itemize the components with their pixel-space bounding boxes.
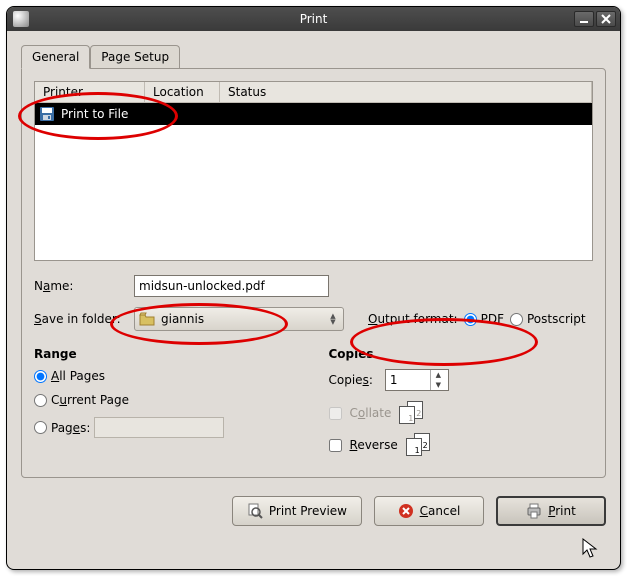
cancel-icon: [398, 503, 414, 519]
copies-up[interactable]: ▲: [431, 370, 446, 380]
folder-label: Save in folder:: [34, 312, 134, 326]
collate-pages-icon: 2 1: [399, 401, 425, 425]
printer-icon: [526, 503, 542, 519]
print-label: Print: [548, 504, 576, 518]
folder-icon: [139, 312, 155, 326]
print-dialog: Print General Page Setup Printer Locatio…: [6, 6, 621, 570]
printer-row-label: Print to File: [61, 107, 128, 121]
output-format-label: Output format:: [368, 312, 458, 326]
folder-combo[interactable]: giannis ▲▼: [134, 307, 344, 331]
print-preview-button[interactable]: Print Preview: [232, 496, 362, 526]
reverse-checkbox[interactable]: [329, 439, 342, 452]
range-section: Range All Pages Current Page Pages:: [34, 347, 299, 465]
collate-row: Collate 2 1: [329, 401, 594, 425]
radio-postscript[interactable]: Postscript: [510, 312, 586, 326]
copies-down[interactable]: ▼: [431, 380, 446, 390]
cancel-label: Cancel: [420, 504, 461, 518]
output-format-group: Output format: PDF Postscript: [368, 312, 593, 326]
combo-spinner-icon: ▲▼: [327, 313, 339, 325]
window-buttons: [572, 11, 616, 27]
cancel-button[interactable]: Cancel: [374, 496, 484, 526]
pages-input[interactable]: [94, 417, 224, 438]
bottom-sections: Range All Pages Current Page Pages: Copi…: [34, 347, 593, 465]
radio-pdf[interactable]: PDF: [464, 312, 504, 326]
copies-label: Copies:: [329, 373, 373, 387]
titlebar: Print: [7, 7, 620, 31]
minimize-button[interactable]: [574, 11, 594, 27]
collate-label: Collate: [350, 406, 392, 420]
tab-bar: General Page Setup: [21, 45, 606, 68]
close-icon: [601, 14, 611, 24]
window-title: Print: [7, 12, 620, 26]
copies-input[interactable]: [386, 370, 430, 390]
reverse-pages-icon: 2 1: [406, 433, 432, 457]
name-input[interactable]: [134, 275, 329, 297]
app-icon: [13, 11, 29, 27]
print-button[interactable]: Print: [496, 496, 606, 526]
printer-list: Printer Location Status Print to File: [34, 81, 593, 261]
col-status[interactable]: Status: [220, 82, 592, 102]
tab-page-setup[interactable]: Page Setup: [90, 45, 180, 68]
printer-row-print-to-file[interactable]: Print to File: [35, 103, 592, 125]
radio-pages[interactable]: Pages:: [34, 417, 299, 438]
reverse-label: Reverse: [350, 438, 398, 452]
close-button[interactable]: [596, 11, 616, 27]
folder-value: giannis: [161, 312, 327, 326]
radio-all-pages[interactable]: All Pages: [34, 369, 299, 383]
col-printer[interactable]: Printer: [35, 82, 145, 102]
range-title: Range: [34, 347, 299, 361]
copies-section: Copies Copies: ▲▼ Collate 2 1: [329, 347, 594, 465]
dialog-body: General Page Setup Printer Location Stat…: [7, 31, 620, 488]
printer-list-header: Printer Location Status: [35, 82, 592, 103]
collate-checkbox: [329, 407, 342, 420]
magnifier-icon: [247, 503, 263, 519]
print-preview-label: Print Preview: [269, 504, 347, 518]
name-label: Name:: [34, 279, 134, 293]
col-location[interactable]: Location: [145, 82, 220, 102]
copies-title: Copies: [329, 347, 594, 361]
tab-general[interactable]: General: [21, 45, 90, 69]
form-grid: Name: Save in folder: giannis ▲▼: [34, 275, 593, 331]
tab-content: Printer Location Status Print to File Na…: [21, 68, 606, 478]
radio-current-page[interactable]: Current Page: [34, 393, 299, 407]
button-bar: Print Preview Cancel Print: [7, 488, 620, 526]
reverse-row[interactable]: Reverse 2 1: [329, 433, 594, 457]
save-icon: [39, 106, 55, 122]
minimize-icon: [579, 15, 589, 23]
copies-spinbox[interactable]: ▲▼: [385, 369, 449, 391]
